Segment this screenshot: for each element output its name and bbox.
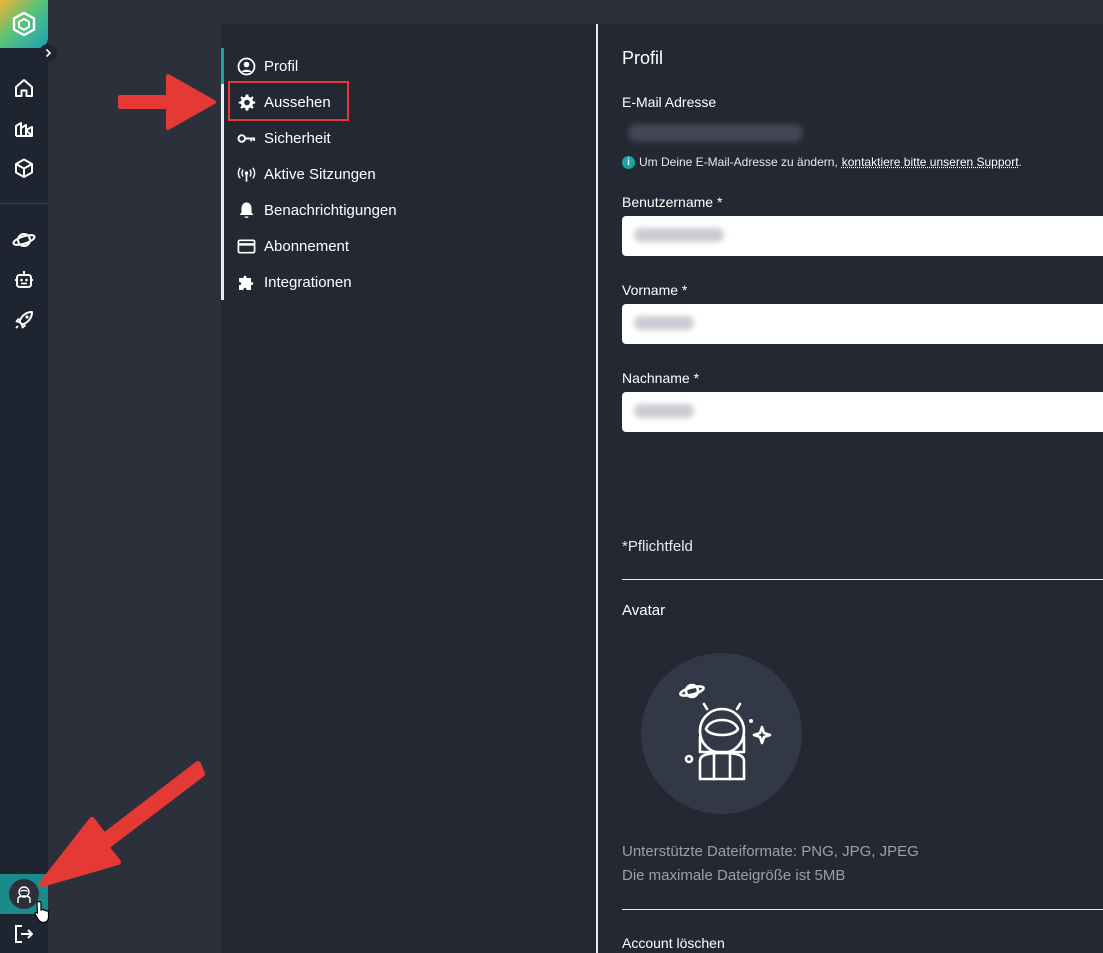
- email-info: i Um Deine E-Mail-Adresse zu ändern, kon…: [622, 155, 1022, 169]
- home-icon: [15, 79, 33, 97]
- settings-nav-label: Aktive Sitzungen: [264, 165, 376, 183]
- credit-card-icon: [237, 237, 256, 256]
- email-info-suffix: .: [1018, 155, 1022, 169]
- bots-nav[interactable]: [12, 268, 36, 292]
- explore-nav[interactable]: [12, 228, 36, 252]
- settings-nav-item-sicherheit[interactable]: Sicherheit: [237, 120, 331, 156]
- email-info-text: Um Deine E-Mail-Adresse zu ändern,: [639, 155, 838, 169]
- settings-nav-label: Integrationen: [264, 273, 352, 291]
- key-icon: [237, 129, 256, 148]
- settings-nav-item-integrationen[interactable]: Integrationen: [237, 264, 352, 300]
- astronaut-icon: [678, 683, 771, 780]
- workspace-nav[interactable]: [12, 116, 36, 140]
- settings-nav-active-indicator: [221, 48, 224, 84]
- info-icon: i: [622, 155, 635, 169]
- settings-nav-item-benachrichtigungen[interactable]: Benachrichtigungen: [237, 192, 397, 228]
- planet-icon: [12, 233, 36, 247]
- username-value-redacted: [634, 228, 724, 242]
- puzzle-icon: [237, 273, 256, 292]
- username-input[interactable]: [622, 216, 1103, 256]
- annotation-highlight-box: [228, 81, 349, 121]
- email-label: E-Mail Adresse: [622, 94, 717, 110]
- user-circle-icon: [237, 57, 256, 76]
- settings-nav-item-sitzungen[interactable]: Aktive Sitzungen: [237, 156, 376, 192]
- robot-icon: [15, 271, 33, 288]
- avatar-size-note: Die maximale Dateigröße ist 5MB: [622, 867, 846, 884]
- logout-icon: [15, 925, 33, 943]
- chevron-right-icon: [45, 48, 52, 58]
- hand-cursor-icon: [34, 900, 50, 924]
- settings-nav-label: Profil: [264, 57, 299, 75]
- avatar-formats-note: Unterstützte Dateiformate: PNG, JPG, JPE…: [622, 843, 919, 860]
- expand-rail-button[interactable]: [39, 44, 57, 62]
- logout-nav[interactable]: [12, 922, 36, 946]
- annotation-arrow-right: [118, 74, 216, 130]
- broadcast-icon: [237, 165, 256, 184]
- settings-nav-item-profil[interactable]: Profil: [237, 48, 298, 84]
- section-divider: [622, 579, 1103, 580]
- bell-icon: [237, 201, 256, 220]
- logo-icon: [12, 11, 36, 37]
- settings-nav-item-abonnement[interactable]: Abonnement: [237, 228, 349, 264]
- lastname-input[interactable]: [622, 392, 1103, 432]
- rocket-icon: [15, 311, 33, 329]
- email-value-redacted: [628, 124, 803, 142]
- apps-nav[interactable]: [12, 156, 36, 180]
- settings-nav-label: Abonnement: [264, 237, 350, 255]
- cube-icon: [15, 158, 33, 178]
- firstname-input[interactable]: [622, 304, 1103, 344]
- avatar-section-title: Avatar: [622, 602, 666, 619]
- firstname-value-redacted: [634, 316, 694, 330]
- settings-nav-track: [221, 48, 224, 300]
- page-title: Profil: [622, 48, 664, 68]
- rail-divider: [0, 203, 48, 204]
- settings-nav-label: Sicherheit: [264, 129, 331, 147]
- app-logo[interactable]: [0, 0, 48, 48]
- settings-nav-label: Benachrichtigungen: [264, 201, 397, 219]
- support-link[interactable]: kontaktiere bitte unseren Support: [842, 155, 1019, 169]
- panel-divider: [596, 24, 598, 953]
- annotation-arrow-down-left: [39, 761, 205, 887]
- username-label: Benutzername *: [622, 194, 723, 210]
- home-nav[interactable]: [12, 76, 36, 100]
- lastname-label: Nachname *: [622, 370, 700, 386]
- firstname-label: Vorname *: [622, 282, 688, 298]
- lastname-value-redacted: [634, 404, 694, 418]
- launch-nav[interactable]: [12, 308, 36, 332]
- building-icon: [15, 122, 33, 137]
- section-divider: [622, 909, 1103, 910]
- delete-account-title: Account löschen: [622, 935, 725, 951]
- avatar-upload[interactable]: [641, 653, 802, 814]
- required-field-note: *Pflichtfeld: [622, 538, 693, 555]
